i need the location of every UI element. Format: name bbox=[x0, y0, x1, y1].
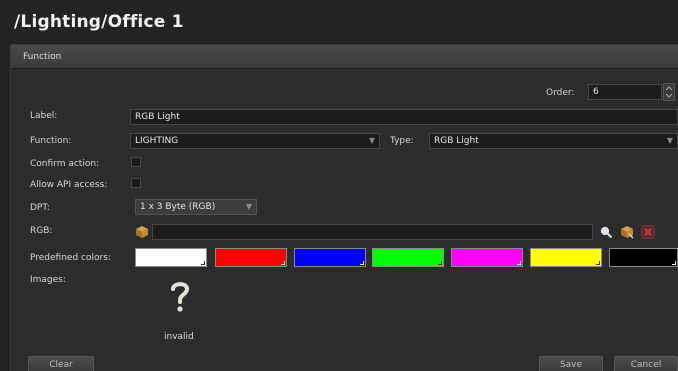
label-input[interactable]: RGB Light bbox=[130, 109, 678, 125]
color-swatch[interactable] bbox=[215, 248, 287, 267]
color-swatch[interactable] bbox=[609, 248, 678, 267]
search-icon[interactable] bbox=[599, 225, 613, 239]
delete-icon[interactable] bbox=[641, 225, 655, 239]
question-mark-icon bbox=[171, 282, 190, 312]
color-swatch[interactable] bbox=[294, 248, 366, 267]
color-cube-icon[interactable] bbox=[135, 225, 149, 239]
order-input[interactable]: 6 bbox=[588, 84, 662, 100]
spinner-arrows-icon bbox=[665, 86, 673, 98]
chevron-down-icon: ▼ bbox=[368, 136, 375, 145]
dpt-select[interactable]: 1 x 3 Byte (RGB) ▼ bbox=[135, 199, 257, 215]
function-field-label: Function: bbox=[30, 136, 72, 146]
resize-corner-icon bbox=[672, 261, 676, 265]
resize-corner-icon bbox=[201, 261, 205, 265]
resize-corner-icon bbox=[360, 261, 364, 265]
allow-api-checkbox[interactable] bbox=[131, 178, 141, 188]
chevron-down-icon: ▼ bbox=[245, 202, 252, 211]
resize-corner-icon bbox=[596, 261, 600, 265]
predefined-colors-label: Predefined colors: bbox=[30, 253, 111, 263]
confirm-action-label: Confirm action: bbox=[30, 159, 100, 169]
resize-corner-icon bbox=[438, 261, 442, 265]
save-button[interactable]: Save bbox=[539, 356, 603, 371]
resize-corner-icon bbox=[281, 261, 285, 265]
order-label: Order: bbox=[546, 88, 575, 98]
confirm-action-checkbox[interactable] bbox=[131, 157, 141, 167]
edit-icon[interactable] bbox=[620, 225, 634, 239]
label-field-label: Label: bbox=[30, 111, 58, 121]
resize-corner-icon bbox=[517, 261, 521, 265]
type-select[interactable]: RGB Light ▼ bbox=[429, 133, 678, 149]
color-swatch[interactable] bbox=[135, 248, 207, 267]
color-swatch[interactable] bbox=[372, 248, 444, 267]
type-field-label: Type: bbox=[390, 136, 414, 146]
function-select[interactable]: LIGHTING ▼ bbox=[130, 133, 380, 149]
order-spinner[interactable] bbox=[663, 83, 675, 101]
dialog-header: Function bbox=[11, 45, 678, 69]
image-caption: invalid bbox=[164, 332, 194, 342]
function-select-value: LIGHTING bbox=[135, 136, 179, 146]
dpt-label: DPT: bbox=[30, 203, 50, 213]
images-label: Images: bbox=[30, 275, 66, 285]
cancel-button[interactable]: Cancel bbox=[614, 356, 678, 371]
rgb-label: RGB: bbox=[30, 226, 53, 236]
color-swatch[interactable] bbox=[530, 248, 602, 267]
rgb-input[interactable] bbox=[152, 224, 593, 240]
clear-button[interactable]: Clear bbox=[28, 356, 94, 371]
chevron-down-icon: ▼ bbox=[666, 136, 673, 145]
dpt-select-value: 1 x 3 Byte (RGB) bbox=[140, 202, 216, 212]
page-title: /Lighting/Office 1 bbox=[14, 12, 184, 32]
function-dialog: Function bbox=[10, 44, 678, 371]
color-swatch[interactable] bbox=[451, 248, 523, 267]
allow-api-label: Allow API access: bbox=[30, 180, 108, 190]
type-select-value: RGB Light bbox=[434, 136, 479, 146]
